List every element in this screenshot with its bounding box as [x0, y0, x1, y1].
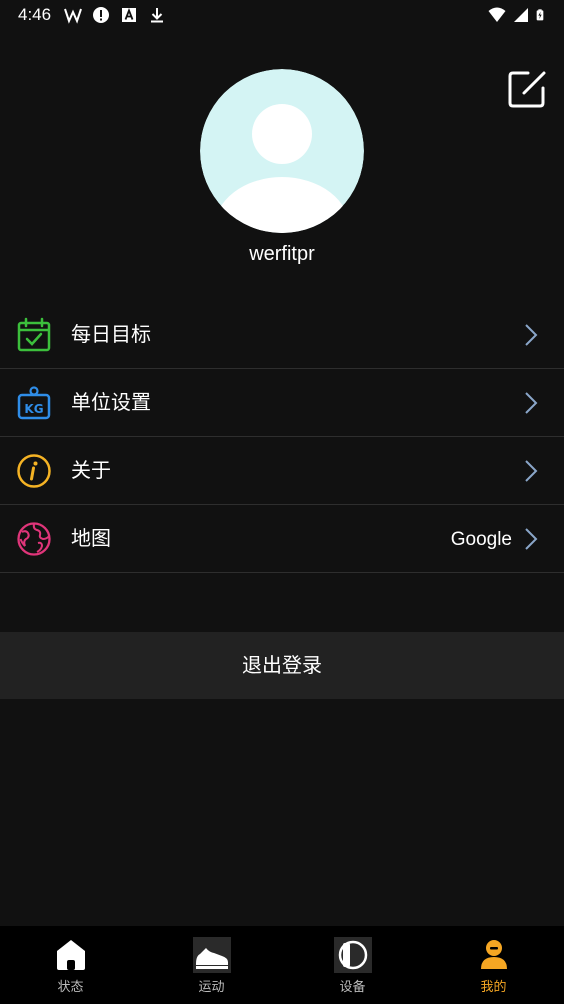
- chevron-right-icon: [525, 528, 538, 550]
- menu-item-label: 单位设置: [71, 390, 151, 414]
- edit-icon[interactable]: [506, 68, 548, 110]
- battery-charging-icon: [536, 9, 544, 21]
- chevron-right-icon: [525, 460, 538, 482]
- wifi-icon: [488, 7, 506, 22]
- settings-menu: 每日目标 KG 单位设置 关于 地图 Google: [0, 301, 564, 573]
- nav-item-status[interactable]: 状态: [0, 926, 141, 1004]
- download-icon: [151, 8, 163, 23]
- info-icon: [17, 454, 51, 488]
- notification-icons: [64, 6, 166, 24]
- menu-item-label: 每日目标: [71, 322, 151, 346]
- status-time: 4:46: [18, 5, 52, 24]
- alert-icon: [93, 7, 109, 23]
- profile-screen: 4:46 werfitpr 每日目标 KG 单位设置 关于 地图 Google …: [0, 0, 564, 1004]
- menu-item-unit-settings[interactable]: KG 单位设置: [0, 369, 564, 437]
- globe-icon: [17, 522, 51, 556]
- calendar-check-icon: [17, 317, 51, 352]
- status-bar: 4:46: [0, 0, 564, 32]
- avatar[interactable]: [200, 69, 364, 233]
- watch-icon: [333, 937, 372, 973]
- nav-item-mine[interactable]: 我的: [423, 926, 564, 1004]
- a-box-icon: [122, 8, 136, 22]
- system-icons: [488, 6, 548, 24]
- w-logo-icon: [64, 8, 82, 24]
- menu-item-map[interactable]: 地图 Google: [0, 505, 564, 573]
- signal-icon: [514, 8, 528, 22]
- logout-label: 退出登录: [242, 653, 322, 677]
- nav-label: 我的: [480, 980, 507, 995]
- nav-label: 状态: [57, 980, 84, 995]
- nav-label: 设备: [339, 980, 366, 995]
- avatar-placeholder-icon: [200, 69, 364, 233]
- menu-item-label: 地图: [71, 526, 111, 550]
- svg-text:KG: KG: [24, 402, 43, 416]
- chevron-right-icon: [525, 392, 538, 414]
- bottom-nav: 状态 运动 设备 我的: [0, 926, 564, 1004]
- nav-label: 运动: [198, 980, 225, 995]
- menu-item-label: 关于: [71, 458, 111, 482]
- username: werfitpr: [249, 243, 315, 265]
- menu-item-daily-goal[interactable]: 每日目标: [0, 301, 564, 369]
- nav-item-device[interactable]: 设备: [282, 926, 423, 1004]
- person-icon: [480, 940, 507, 969]
- menu-item-about[interactable]: 关于: [0, 437, 564, 505]
- map-provider-value: Google: [450, 529, 512, 550]
- shoe-icon: [192, 937, 231, 973]
- chevron-right-icon: [525, 324, 538, 346]
- kg-weight-icon: KG: [17, 386, 51, 420]
- nav-item-sport[interactable]: 运动: [141, 926, 282, 1004]
- home-icon: [56, 940, 85, 970]
- logout-button[interactable]: 退出登录: [0, 632, 564, 699]
